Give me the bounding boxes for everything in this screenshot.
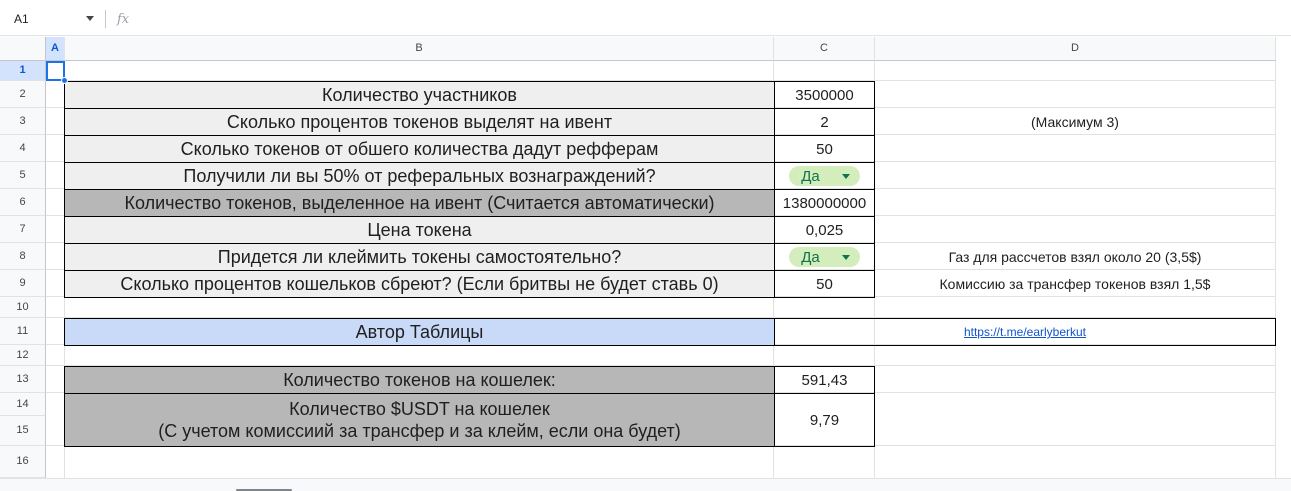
cell-d3[interactable]: (Максимум 3) <box>875 108 1275 135</box>
row-header-5[interactable]: 5 <box>0 162 46 189</box>
fx-icon: fx <box>117 12 130 27</box>
column-header-b[interactable]: B <box>65 37 774 61</box>
cell-b11[interactable]: Автор Таблицы <box>64 318 775 346</box>
row-header-1[interactable]: 1 <box>0 61 46 81</box>
chevron-down-icon[interactable] <box>86 16 94 21</box>
usdt-label-line1: Количество $USDT на кошелек <box>289 399 550 419</box>
caret-down-icon <box>841 254 850 260</box>
cell-b13[interactable]: Количество токенов на кошелек: <box>64 366 775 394</box>
row-header-9[interactable]: 9 <box>0 270 46 297</box>
cell-b8[interactable]: Придется ли клеймить токены самостоятель… <box>64 243 775 271</box>
row-header-16[interactable]: 16 <box>0 446 46 478</box>
chip-label: Да <box>801 167 820 185</box>
usdt-label-line2: (С учетом комиссиий за трансфер и за кле… <box>158 421 681 441</box>
row-header-3[interactable]: 3 <box>0 108 46 135</box>
row-header-8[interactable]: 8 <box>0 243 46 270</box>
row-header-11[interactable]: 11 <box>0 318 46 345</box>
cell-c3[interactable]: 2 <box>774 108 875 136</box>
row-header-4[interactable]: 4 <box>0 135 46 162</box>
row-header-12[interactable]: 12 <box>0 345 46 366</box>
cell-c11[interactable]: https://t.me/earlyberkut <box>774 318 1276 346</box>
dropdown-chip[interactable]: Да <box>789 166 860 186</box>
cell-b7[interactable]: Цена токена <box>64 216 775 244</box>
cell-c9[interactable]: 50 <box>774 270 875 298</box>
select-all-corner[interactable] <box>0 37 46 61</box>
cell-c5[interactable]: Да <box>774 162 875 190</box>
cell-b9[interactable]: Сколько процентов кошельков сбреют? (Есл… <box>64 270 775 298</box>
row-header-14[interactable]: 14 <box>0 393 46 416</box>
chip-label: Да <box>801 248 820 266</box>
cell-c7[interactable]: 0,025 <box>774 216 875 244</box>
cell-c6[interactable]: 1380000000 <box>774 189 875 217</box>
author-link[interactable]: https://t.me/earlyberkut <box>964 325 1086 339</box>
row-header-10[interactable]: 10 <box>0 297 46 318</box>
sheet-bottom-bar <box>0 478 1291 491</box>
row-header-6[interactable]: 6 <box>0 189 46 216</box>
row-header-13[interactable]: 13 <box>0 366 46 393</box>
column-header-c[interactable]: C <box>774 37 875 61</box>
cell-b6[interactable]: Количество токенов, выделенное на ивент … <box>64 189 775 217</box>
row-header-7[interactable]: 7 <box>0 216 46 243</box>
cell-c8[interactable]: Да <box>774 243 875 271</box>
cell-b2[interactable]: Количество участников <box>64 81 775 109</box>
column-header-a[interactable]: A <box>46 37 65 61</box>
cell-b4[interactable]: Сколько токенов от обшего количества дад… <box>64 135 775 163</box>
formula-bar-divider <box>105 10 106 28</box>
column-header-d[interactable]: D <box>875 37 1276 61</box>
cell-d9[interactable]: Комиссию за трансфер токенов взял 1,5$ <box>875 270 1275 297</box>
row-header-15[interactable]: 15 <box>0 416 46 446</box>
cell-c14[interactable]: 9,79 <box>774 393 875 447</box>
cell-c2[interactable]: 3500000 <box>774 81 875 109</box>
caret-down-icon <box>841 173 850 179</box>
cell-c13[interactable]: 591,43 <box>774 366 875 394</box>
cell-c4[interactable]: 50 <box>774 135 875 163</box>
cell-b3[interactable]: Сколько процентов токенов выделят на иве… <box>64 108 775 136</box>
dropdown-chip[interactable]: Да <box>789 247 860 267</box>
cell-d8[interactable]: Газ для рассчетов взял около 20 (3,5$) <box>875 243 1275 270</box>
fill-handle[interactable] <box>61 77 68 84</box>
formula-bar: A1 fx <box>0 0 1291 36</box>
cell-b5[interactable]: Получили ли вы 50% от реферальных вознаг… <box>64 162 775 190</box>
row-header-2[interactable]: 2 <box>0 81 46 108</box>
cell-b14[interactable]: Количество $USDT на кошелек (С учетом ко… <box>64 393 775 447</box>
